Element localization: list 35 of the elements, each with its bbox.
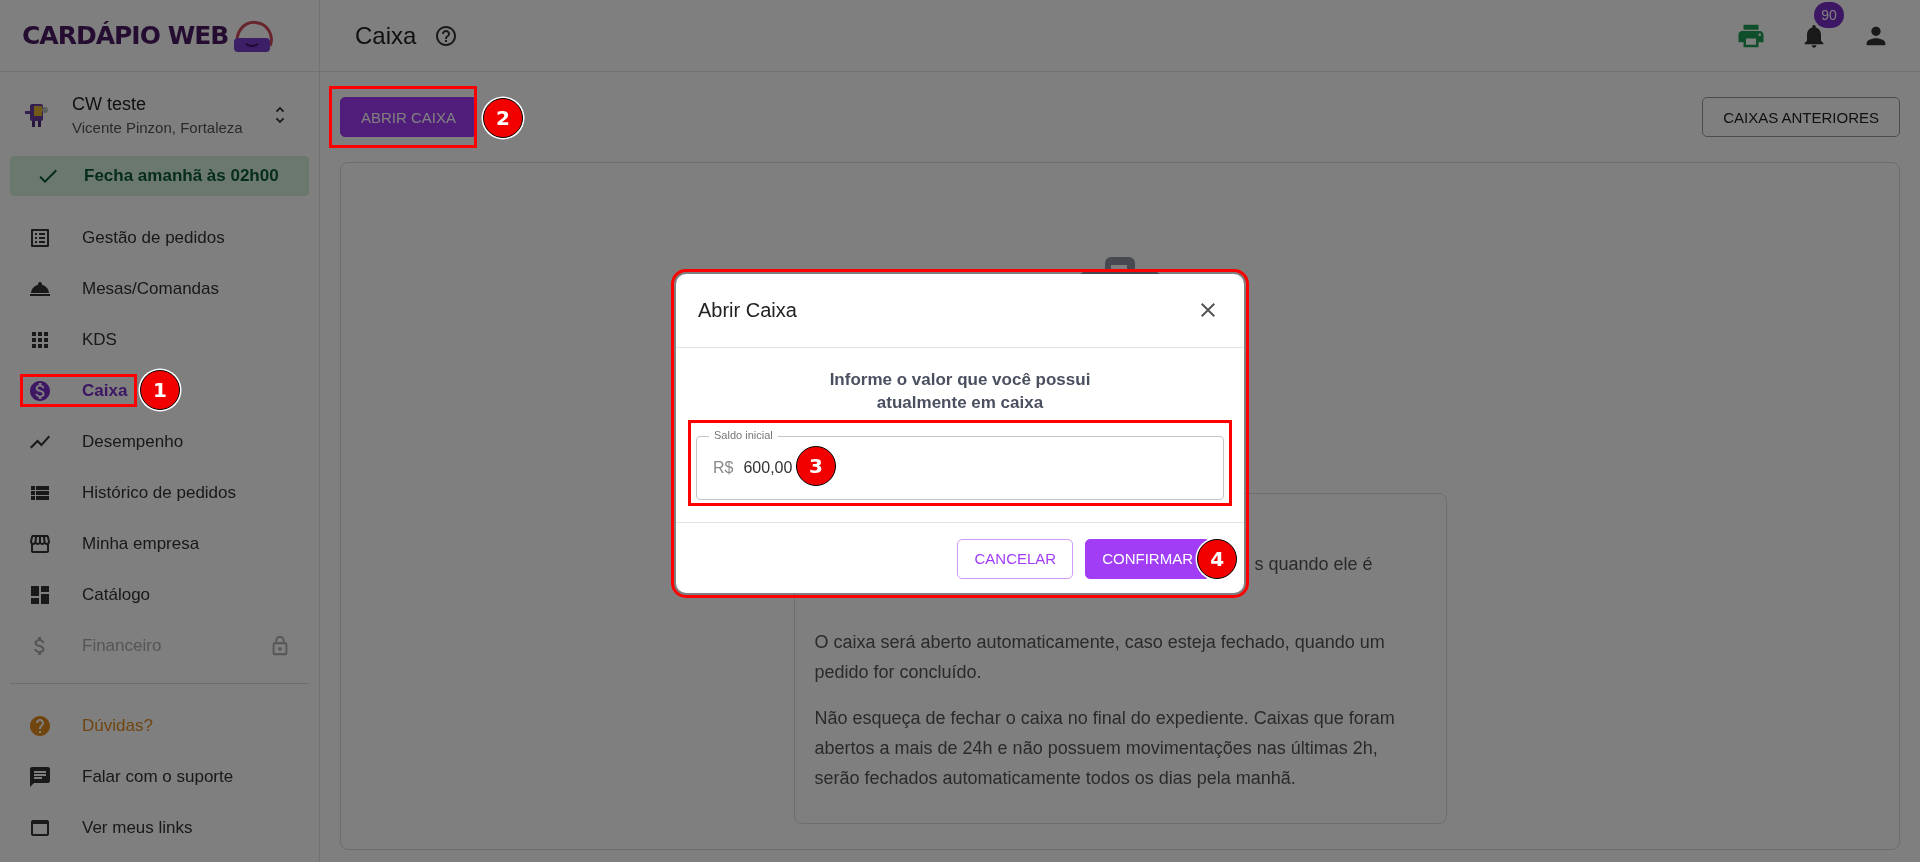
menu-item[interactable]: Falar com o suporte <box>0 751 238 802</box>
field-label: Saldo inicial <box>709 428 778 441</box>
menu-item[interactable]: KDS <box>0 314 121 365</box>
step-marker: 1 <box>140 370 180 410</box>
currency-prefix: R$ <box>713 458 734 477</box>
info-text: Não esqueça de fechar o caixa no final do expediente. Caixas que foram abertos a mais de 24h e não possuem movimentações nas últimas 2h, serão fechados automaticamente todos os dias pela manhã. <box>814 707 1396 790</box>
dollar-coin-icon <box>28 378 52 403</box>
step-marker: 4 <box>1197 538 1238 579</box>
menu-item[interactable]: Minha empresa <box>0 518 204 569</box>
help-icon <box>28 713 52 738</box>
notification-badge: 90 <box>1814 1 1844 28</box>
menu-item[interactable]: Desempenho <box>0 416 188 467</box>
menu-item[interactable]: Gestão de pedidos <box>0 212 229 263</box>
step-marker: 2 <box>483 98 523 138</box>
dialog-title: Abrir Caixa <box>698 298 797 322</box>
prompt-text: atualmente em caixa <box>876 391 1044 414</box>
logo: CARDÁPIO WEB <box>22 21 229 50</box>
help-icon[interactable] <box>434 23 459 48</box>
cancel-button[interactable]: CANCELAR <box>957 538 1074 579</box>
info-text: O caixa será aberto automaticamente, caso esteja fechado, quando um pedido for concluído. <box>814 631 1386 684</box>
menu-item[interactable]: Ver meus links <box>0 802 197 853</box>
field-value: 600,00 <box>743 458 793 477</box>
chat-icon <box>28 764 52 789</box>
previous-cash-button[interactable]: CAIXAS ANTERIORES <box>1702 97 1900 137</box>
menu-item[interactable]: Caixa <box>0 365 132 416</box>
status-text: Fecha amanhã às 02h00 <box>84 166 279 186</box>
info-text: s quando ele é <box>1254 553 1374 576</box>
page-title: Caixa <box>355 21 417 50</box>
store-name: CW teste <box>72 94 147 115</box>
menu-item[interactable]: Histórico de pedidos <box>0 467 241 518</box>
prompt-text: Informe o valor que você possui <box>829 368 1091 391</box>
step-marker: 3 <box>796 445 836 486</box>
menu-item[interactable]: Catálogo <box>0 569 155 620</box>
store-address: Vicente Pinzon, Fortaleza <box>72 119 244 136</box>
menu-item[interactable]: Mesas/Comandas <box>0 263 223 314</box>
